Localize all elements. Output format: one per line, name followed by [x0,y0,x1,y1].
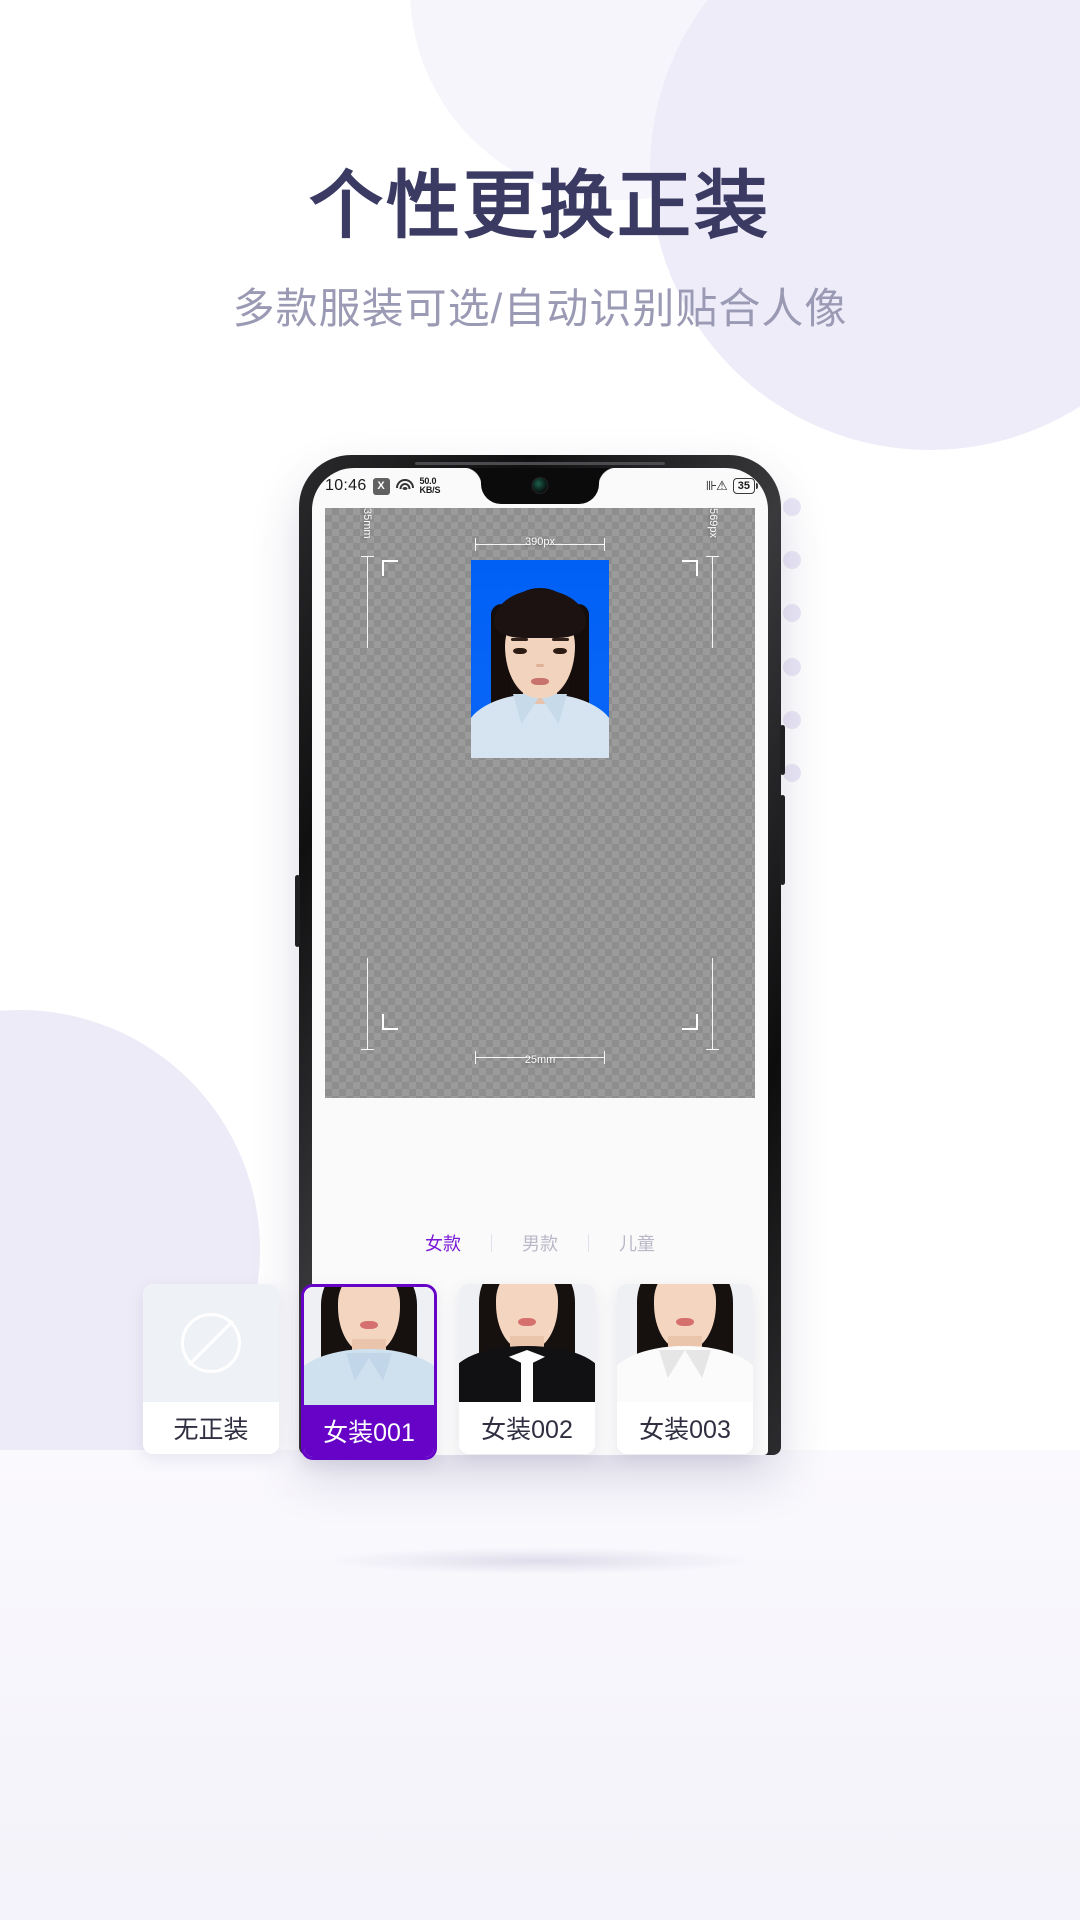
clothing-category-tabs: 女款 男款 儿童 [312,1230,768,1256]
thumbnail-label: 无正装 [143,1402,279,1454]
guide-bottom-right-line [549,1057,605,1058]
id-photo-preview[interactable] [471,560,609,758]
guide-right-bottom-tick [706,1049,719,1050]
no-outfit-icon [181,1313,241,1373]
crop-handle-top-left[interactable] [382,560,398,576]
guide-bottom-left-line [475,1057,531,1058]
height-mm-label: 35mm [361,508,373,539]
no-sim-icon: X [372,477,390,495]
page-title: 个性更换正装 [309,164,771,247]
thumbnail-female-003[interactable]: 女装003 [617,1284,753,1454]
page-subtitle: 多款服装可选/自动识别贴合人像 [232,284,848,332]
front-camera-icon [531,477,549,494]
thumbnail-label: 女装001 [304,1405,434,1457]
height-px-label: 569px [707,508,719,538]
width-px-label: 390px [525,536,555,548]
portrait-eye-left [513,648,527,654]
guide-left-upper-line [367,556,368,648]
portrait-mouth [531,678,549,685]
status-bar-right: ⊪⚠ 35 [706,478,755,494]
thumbnail-label: 女装002 [459,1402,595,1454]
network-speed-unit: KB/S [419,485,441,495]
phone-volume-button [295,875,300,947]
no-outfit-preview [143,1284,279,1402]
crop-handle-bottom-left[interactable] [382,1014,398,1030]
guide-left-lower-line [367,958,368,1050]
guide-right-top-tick [706,556,719,557]
portrait-eyebrow-right [552,638,569,641]
photo-editor-canvas[interactable]: 390px 25mm 35mm 569px [325,508,755,1098]
guide-top-left-tick [475,538,476,551]
guide-left-bottom-tick [361,1049,374,1050]
portrait-eye-right [553,648,567,654]
width-mm-label: 25mm [524,1054,556,1066]
thumbnail-no-outfit[interactable]: 无正装 [143,1284,279,1454]
page-header: 个性更换正装 多款服装可选/自动识别贴合人像 [0,160,1080,336]
phone-side-button [780,795,785,885]
tab-male[interactable]: 男款 [492,1230,588,1256]
portrait-nose [536,664,544,667]
guide-bottom-right-tick [604,1051,605,1064]
portrait-eyebrow-left [511,638,528,641]
guide-right-upper-line [712,556,713,648]
crop-handle-top-right[interactable] [682,560,698,576]
female-002-preview [459,1284,595,1402]
phone-power-button [780,725,785,775]
guide-right-lower-line [712,958,713,1050]
guide-top-right-line [549,544,605,545]
female-003-preview [617,1284,753,1402]
female-001-preview [304,1287,434,1405]
status-time: 10:46 [325,477,367,494]
network-speed: 50.0 KB/S [420,477,441,495]
wifi-icon [395,479,414,493]
thumbnail-label: 女装003 [617,1402,753,1454]
bottom-panel-background [0,1450,1080,1920]
tab-female[interactable]: 女款 [395,1230,491,1256]
portrait-fringe [494,590,586,638]
thumbnail-female-002[interactable]: 女装002 [459,1284,595,1454]
guide-left-top-tick [361,556,374,557]
guide-top-right-tick [604,538,605,551]
crop-handle-bottom-right[interactable] [682,1014,698,1030]
guide-bottom-left-tick [475,1051,476,1064]
phone-drop-shadow [330,1548,750,1574]
thumbnail-female-001[interactable]: 女装001 [301,1284,437,1460]
guide-top-left-line [475,544,531,545]
status-bar-left: 10:46 X 50.0 KB/S [325,477,440,495]
tab-kids[interactable]: 儿童 [589,1230,685,1256]
battery-icon: 35 [732,478,755,494]
vibrate-icon: ⊪⚠ [705,478,728,493]
clothing-thumbnail-strip[interactable]: 无正装 女装001 女装002 女装003 [0,1284,1080,1460]
